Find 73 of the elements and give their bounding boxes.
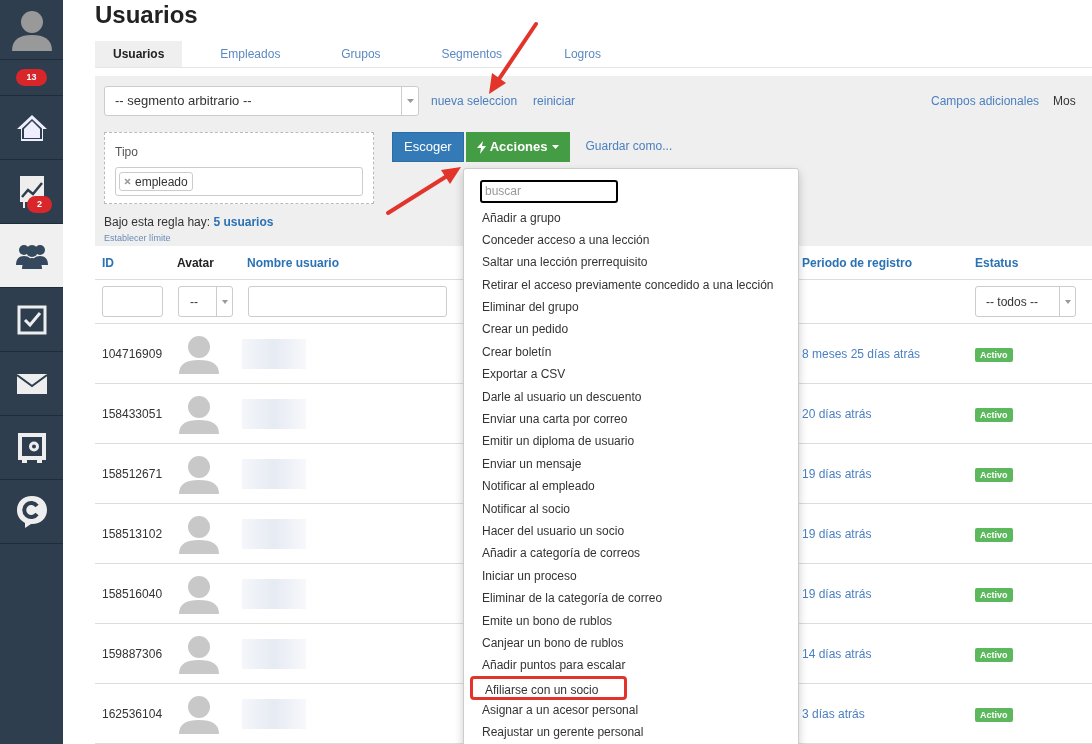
menu-item[interactable]: Crear un pedido (464, 318, 798, 341)
status-badge: Activo (975, 587, 1013, 602)
period-link[interactable]: 19 días atrás (802, 466, 872, 481)
menu-item[interactable]: Eliminar del grupo (464, 296, 798, 319)
table-cell: 104716909 (102, 346, 163, 361)
menu-item[interactable]: Notificar al socio (464, 497, 798, 520)
table-cell: 158516040 (102, 586, 163, 601)
period-link[interactable]: 20 días atrás (802, 406, 872, 421)
table-cell: 158512671 (102, 466, 163, 481)
search-field[interactable]: buscar (480, 179, 618, 203)
menu-item[interactable]: Enviar un mensaje (464, 452, 798, 476)
menu-item[interactable]: Exportar a CSV (464, 363, 798, 386)
menu-item[interactable]: Notificar al empleado (464, 475, 798, 498)
tag-chip[interactable]: empleado (119, 172, 193, 191)
segment-value: -- segmento arbitrario -- (114, 92, 253, 111)
status-badge: Activo (975, 467, 1013, 482)
notification-badge: 13 (16, 69, 47, 86)
menu-item[interactable]: Eliminar de la categoría de correo (464, 587, 798, 610)
menu-item[interactable]: Retirar el acceso previamente concedido a una lección (464, 273, 798, 297)
filter-link[interactable]: Campos adicionales (931, 92, 1040, 110)
period-link[interactable]: 14 días atrás (802, 646, 872, 661)
status-badge: Activo (975, 527, 1013, 542)
menu-item[interactable]: Canjear un bono de rublos (464, 631, 798, 655)
avatar-filter-select[interactable]: -- (178, 286, 233, 317)
choose-button[interactable]: Escoger (392, 132, 464, 162)
table-cell: 159887306 (102, 646, 163, 661)
menu-item[interactable]: Emite un bono de rublos (464, 609, 798, 632)
column-header[interactable]: Estatus (975, 255, 1019, 270)
filter-link[interactable]: nueva seleccion (431, 92, 518, 110)
status-badge: Activo (975, 347, 1013, 362)
tab[interactable]: Segmentos (423, 41, 521, 67)
page-title: Usuarios (95, 0, 199, 30)
period-link[interactable]: 19 días atrás (802, 526, 872, 541)
menu-item[interactable]: Crear boletín (464, 340, 798, 364)
notification-badge: 2 (27, 196, 52, 213)
table-cell: 162536104 (102, 706, 163, 721)
summary-text: Bajo esta regla hay: 5 usuarios (104, 214, 275, 231)
filter-link[interactable]: Mos (1053, 92, 1076, 110)
status-badge: Activo (975, 707, 1013, 722)
segment-select[interactable]: -- segmento arbitrario -- (104, 86, 419, 116)
period-link[interactable]: 19 días atrás (802, 586, 872, 601)
menu-item[interactable]: Añadir a categoría de correos (464, 542, 798, 565)
tab[interactable]: Usuarios (95, 41, 183, 67)
filter-link[interactable]: reiniciar (533, 92, 576, 110)
column-header[interactable]: Periodo de registro (802, 255, 913, 270)
menu-item[interactable]: Enviar una carta por correo (464, 408, 798, 431)
menu-item[interactable]: Iniciar un proceso (464, 564, 798, 588)
rule-label: Tipo (115, 144, 139, 161)
menu-item[interactable]: Añadir a grupo (464, 206, 798, 229)
menu-item[interactable]: Asignar a un acesor personal (464, 698, 798, 722)
status-filter-select[interactable]: -- todos -- (975, 286, 1076, 317)
table-cell: 158513102 (102, 526, 163, 541)
status-badge: Activo (975, 647, 1013, 662)
tab[interactable]: Logros (540, 41, 626, 67)
column-header: Avatar (177, 255, 214, 270)
menu-item[interactable]: Añadir puntos para escalar (464, 654, 798, 677)
menu-item[interactable]: Reajustar un gerente personal (464, 721, 798, 744)
status-badge: Activo (975, 407, 1013, 422)
table-cell: 158433051 (102, 406, 163, 421)
period-link[interactable]: 8 meses 25 días atrás (802, 346, 921, 361)
menu-item[interactable]: Saltar una lección prerrequisito (464, 251, 798, 274)
column-header[interactable]: Nombre usuario (247, 255, 339, 270)
save-as-link[interactable]: Guardar como... (585, 132, 673, 160)
tab[interactable]: Grupos (318, 41, 404, 67)
menu-item[interactable]: Darle al usuario un descuento (464, 385, 798, 408)
column-header[interactable]: ID (102, 255, 114, 270)
tab[interactable]: Empleados (202, 41, 299, 67)
menu-item[interactable]: Afiliarse con un socio (470, 675, 628, 700)
tag-input[interactable]: empleado (115, 167, 363, 196)
period-link[interactable]: 3 días atrás (802, 706, 865, 721)
menu-item[interactable]: Hacer del usuario un socio (464, 519, 798, 543)
menu-item[interactable]: Emitir un diploma de usuario (464, 430, 798, 453)
menu-item[interactable]: Conceder acceso a una lección (464, 228, 798, 252)
